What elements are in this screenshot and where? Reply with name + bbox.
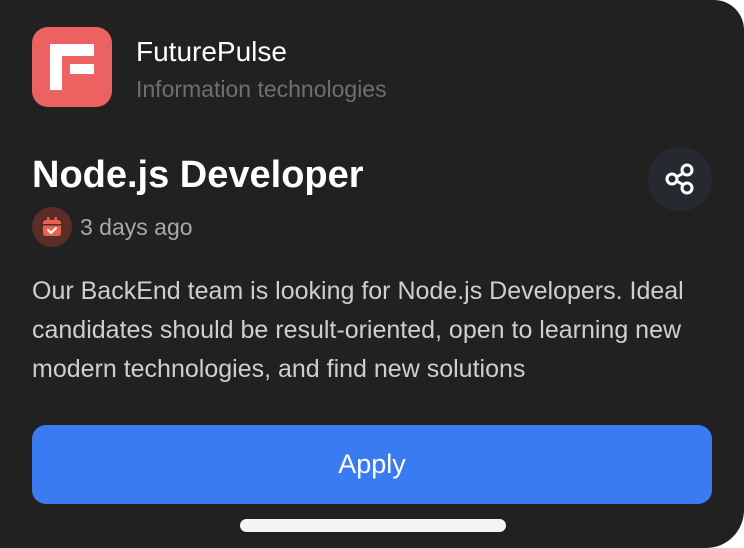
futurepulse-logo-icon xyxy=(50,44,94,90)
posted-date: 3 days ago xyxy=(80,214,193,240)
calendar-badge xyxy=(32,207,72,247)
job-card: FuturePulse Information technologies Nod… xyxy=(0,0,744,548)
apply-button[interactable]: Apply xyxy=(32,425,712,504)
posted-date-row: 3 days ago xyxy=(32,206,193,248)
job-title: Node.js Developer xyxy=(32,154,364,196)
company-name: FuturePulse xyxy=(136,36,287,67)
share-icon xyxy=(665,163,694,195)
company-sector: Information technologies xyxy=(136,76,387,102)
calendar-check-icon xyxy=(43,217,61,236)
job-description: Our BackEnd team is looking for Node.js … xyxy=(32,277,684,383)
company-logo xyxy=(32,27,112,107)
job-description-container: Our BackEnd team is looking for Node.js … xyxy=(32,272,722,410)
share-button[interactable] xyxy=(648,147,712,211)
home-indicator[interactable] xyxy=(240,519,506,532)
